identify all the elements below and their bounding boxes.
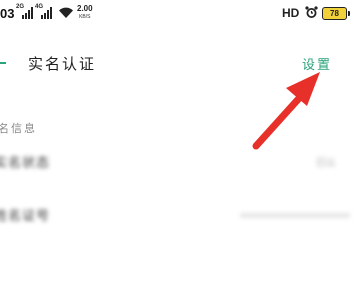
battery-indicator: 78 xyxy=(322,7,350,20)
wifi-icon xyxy=(59,7,73,19)
status-time: 03 xyxy=(0,6,15,21)
section-label: 名信息 xyxy=(0,122,37,135)
list-item-id[interactable]: 姓名证号 xyxy=(0,195,360,235)
header-bar: 实名认证 设置 xyxy=(0,44,360,84)
back-arrow-icon[interactable] xyxy=(0,62,6,64)
status-bar: 03 2G 4G 2.00 KB/S HD 78 xyxy=(0,0,360,28)
list-item-status[interactable]: 实名状态 已认 xyxy=(0,142,360,182)
list-item-label: 姓名证号 xyxy=(0,209,51,224)
page-title: 实名认证 xyxy=(28,55,97,73)
list-item-value xyxy=(240,213,350,218)
alarm-clock-icon xyxy=(305,6,318,18)
list-item-label: 实名状态 xyxy=(0,156,51,171)
list-item-value: 已认 xyxy=(316,158,336,169)
hd-indicator: HD xyxy=(282,6,300,20)
network-speed: 2.00 KB/S xyxy=(77,4,93,21)
settings-button[interactable]: 设置 xyxy=(302,54,332,73)
